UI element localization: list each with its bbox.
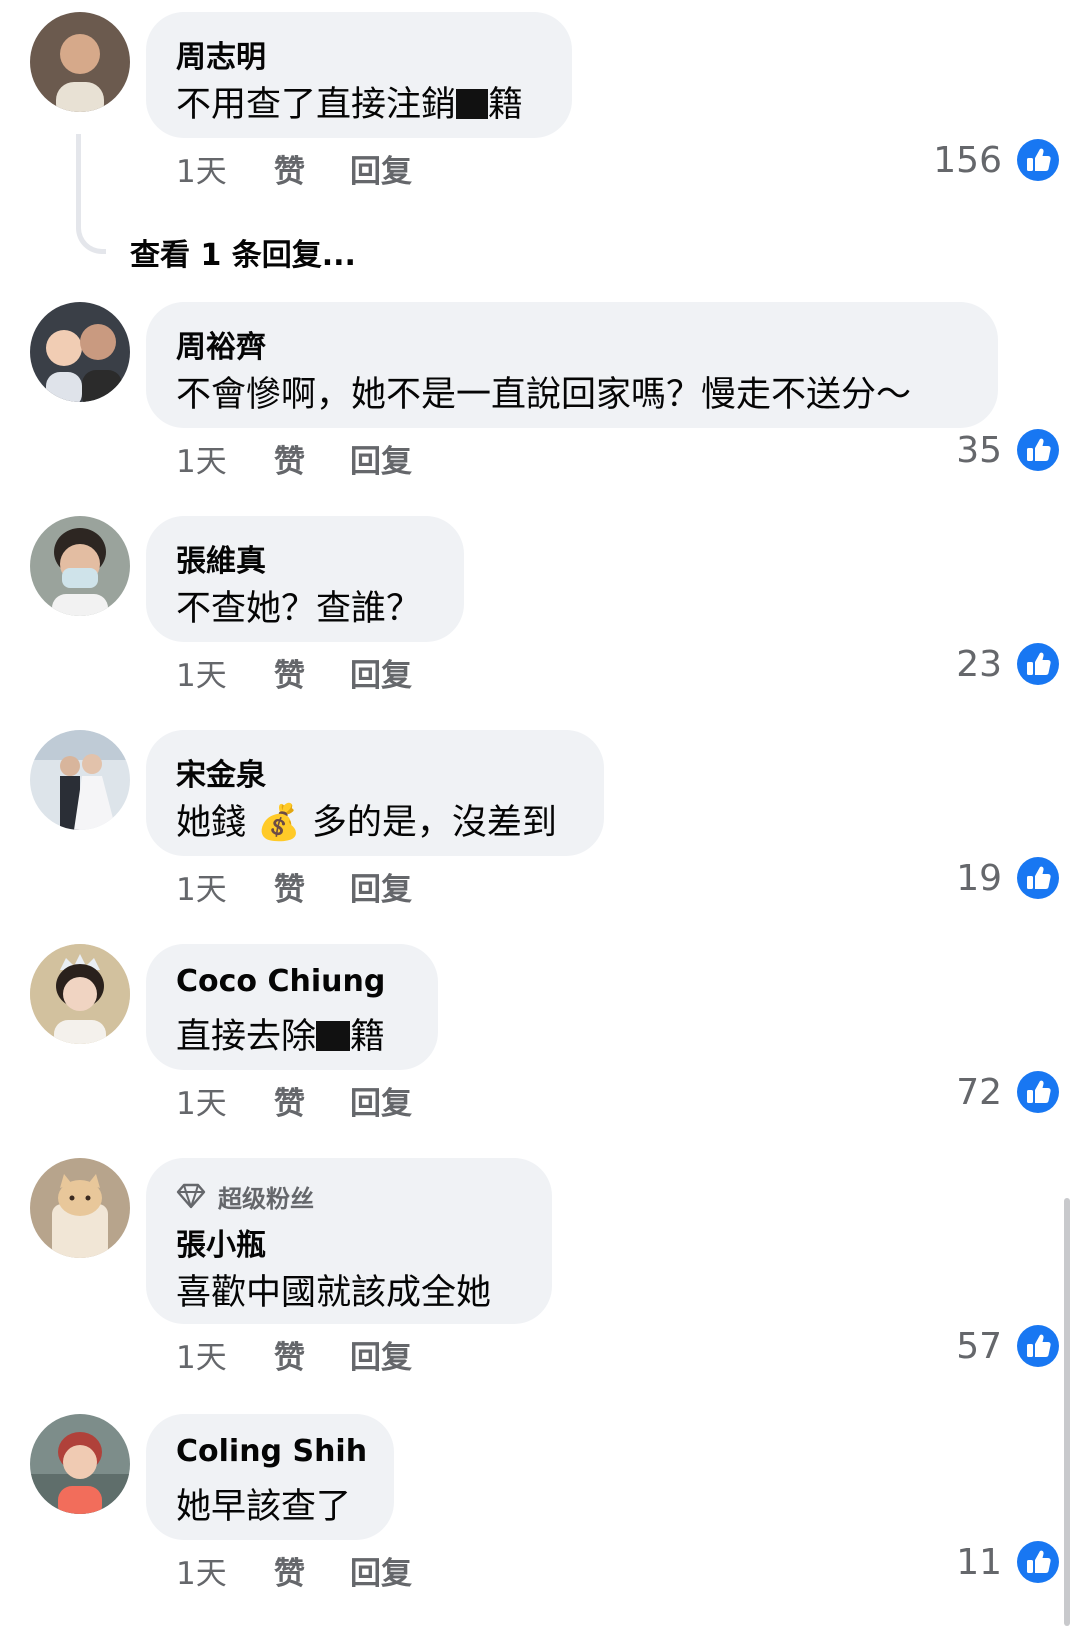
diamond-icon — [176, 1183, 206, 1209]
comment-text: 不查她？查誰？ — [176, 589, 422, 629]
reaction-count[interactable]: 72 — [956, 1070, 1060, 1114]
avatar[interactable] — [30, 12, 130, 112]
avatar[interactable] — [30, 1158, 130, 1258]
comment-bubble: 周裕齊 不會慘啊，她不是一直說回家嗎？慢走不送分～ — [146, 302, 998, 428]
thumbs-up-icon — [1016, 428, 1060, 472]
reaction-count[interactable]: 23 — [956, 642, 1060, 686]
reply-button[interactable]: 回复 — [350, 1548, 412, 1593]
like-button[interactable]: 赞 — [274, 146, 305, 191]
comment-text-part: 多的是，沒差到 — [311, 803, 557, 843]
comment-bubble: Coco Chiung 直接去除籍 — [146, 944, 438, 1070]
thumbs-up-icon — [1016, 138, 1060, 182]
badge-label: 超级粉丝 — [218, 1184, 314, 1213]
thumbs-up-icon — [1016, 856, 1060, 900]
money-bag-emoji: 💰 — [257, 803, 301, 843]
reaction-count-number: 72 — [956, 1071, 1002, 1113]
redaction-block — [456, 89, 489, 119]
scrollbar[interactable] — [1064, 1198, 1070, 1626]
reply-button[interactable]: 回复 — [350, 650, 412, 695]
thumbs-up-icon — [1016, 1540, 1060, 1584]
reply-button[interactable]: 回复 — [350, 1332, 412, 1377]
comment-text-part: 直接去除 — [176, 1017, 317, 1057]
comment-author[interactable]: 周志明 — [176, 32, 266, 76]
avatar[interactable] — [30, 302, 130, 402]
comment-time[interactable]: 1天 — [176, 1548, 227, 1593]
reaction-count-number: 35 — [956, 429, 1002, 471]
like-button[interactable]: 赞 — [274, 864, 305, 909]
reaction-count-number: 23 — [956, 643, 1002, 685]
reply-button[interactable]: 回复 — [350, 146, 412, 191]
comment-author[interactable]: Coco Chiung — [176, 964, 385, 999]
comment-text: 她早該查了 — [176, 1487, 352, 1527]
view-replies-link[interactable]: 查看 1 条回复... — [130, 230, 356, 274]
reply-button[interactable]: 回复 — [350, 436, 412, 481]
comment-author[interactable]: 張維真 — [176, 536, 266, 580]
reaction-count-number: 57 — [956, 1325, 1002, 1367]
reaction-count-number: 19 — [956, 857, 1002, 899]
reaction-count[interactable]: 11 — [956, 1540, 1060, 1584]
comment-text: 直接去除籍 — [176, 1008, 385, 1059]
comment-author[interactable]: Coling Shih — [176, 1434, 367, 1469]
like-button[interactable]: 赞 — [274, 1332, 305, 1377]
comment-bubble: 超级粉丝 張小瓶 喜歡中國就該成全她 — [146, 1158, 552, 1324]
avatar[interactable] — [30, 944, 130, 1044]
reaction-count[interactable]: 35 — [956, 428, 1060, 472]
reply-button[interactable]: 回复 — [350, 864, 412, 909]
avatar[interactable] — [30, 516, 130, 616]
reply-button[interactable]: 回复 — [350, 1078, 412, 1123]
comment-text: 不用查了直接注銷籍 — [176, 76, 523, 127]
reaction-count[interactable]: 19 — [956, 856, 1060, 900]
comment-author[interactable]: 宋金泉 — [176, 750, 266, 794]
comment-time[interactable]: 1天 — [176, 650, 227, 695]
like-button[interactable]: 赞 — [274, 650, 305, 695]
avatar[interactable] — [30, 1414, 130, 1514]
redaction-block — [316, 1021, 351, 1051]
comment-text: 喜歡中國就該成全她 — [176, 1273, 492, 1313]
top-fan-badge: 超级粉丝 — [176, 1178, 314, 1214]
comment-bubble: 宋金泉 她錢 💰 多的是，沒差到 — [146, 730, 604, 856]
comment-time[interactable]: 1天 — [176, 1078, 227, 1123]
comment-author[interactable]: 張小瓶 — [176, 1220, 266, 1264]
avatar[interactable] — [30, 730, 130, 830]
thumbs-up-icon — [1016, 642, 1060, 686]
comment-author[interactable]: 周裕齊 — [176, 322, 266, 366]
like-button[interactable]: 赞 — [274, 436, 305, 481]
reaction-count-number: 156 — [933, 139, 1002, 181]
comment-time[interactable]: 1天 — [176, 436, 227, 481]
comment-text-part: 她錢 — [176, 803, 247, 843]
comment-text-part: 籍 — [350, 1017, 386, 1057]
comment-time[interactable]: 1天 — [176, 864, 227, 909]
comment-bubble: Coling Shih 她早該查了 — [146, 1414, 394, 1540]
like-button[interactable]: 赞 — [274, 1548, 305, 1593]
comment-bubble: 周志明 不用查了直接注銷籍 — [146, 12, 572, 138]
comment-bubble: 張維真 不查她？查誰？ — [146, 516, 464, 642]
comment-text: 不會慘啊，她不是一直說回家嗎？慢走不送分～ — [176, 375, 912, 415]
thumbs-up-icon — [1016, 1070, 1060, 1114]
comment-text: 她錢 💰 多的是，沒差到 — [176, 794, 557, 845]
comment-time[interactable]: 1天 — [176, 146, 227, 191]
thumbs-up-icon — [1016, 1324, 1060, 1368]
thread-connector — [76, 134, 106, 254]
reaction-count-number: 11 — [956, 1541, 1002, 1583]
reaction-count[interactable]: 57 — [956, 1324, 1060, 1368]
comment-text-part: 籍 — [488, 85, 524, 125]
comment-time[interactable]: 1天 — [176, 1332, 227, 1377]
like-button[interactable]: 赞 — [274, 1078, 305, 1123]
comment-text-part: 不用查了直接注銷 — [176, 85, 457, 125]
reaction-count[interactable]: 156 — [933, 138, 1060, 182]
